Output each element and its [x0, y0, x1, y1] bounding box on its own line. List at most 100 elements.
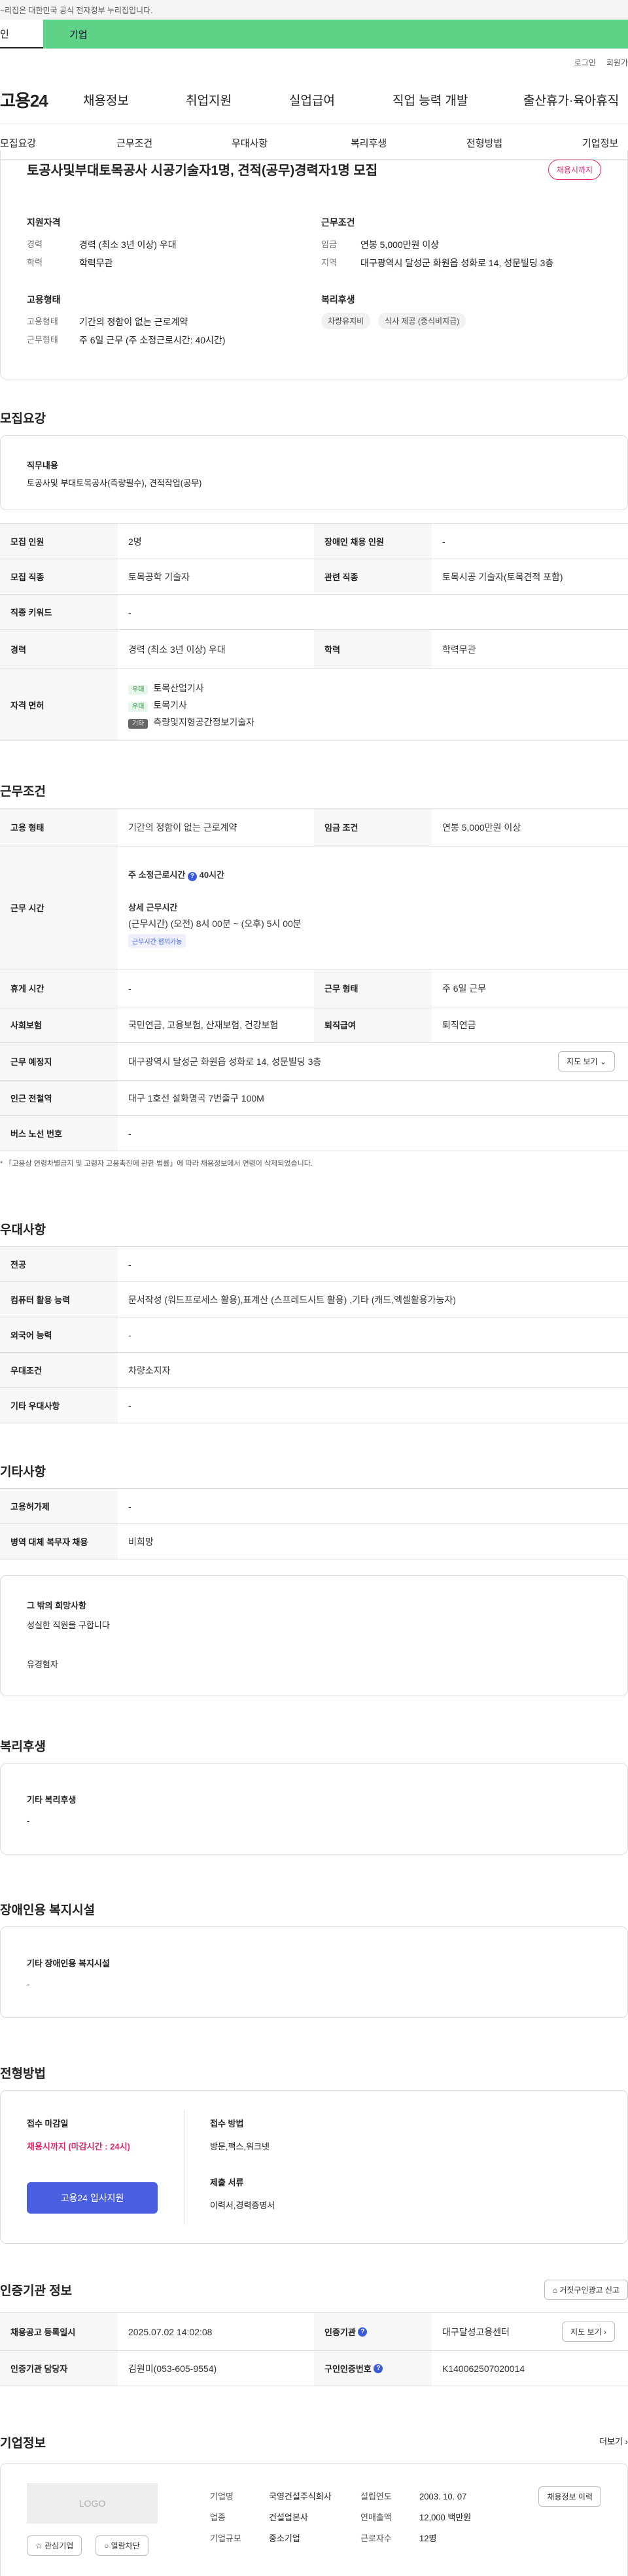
- license-name: 토목기사: [153, 699, 187, 710]
- history-button[interactable]: 채용정보 이력: [538, 2486, 601, 2507]
- gnb-menu-unemployment[interactable]: 실업급여: [289, 91, 335, 109]
- cert-table: 채용공고 등록일시 2025.07.02 14:02:08 인증기관 ? 대구달성고용…: [0, 2312, 628, 2386]
- emp-value: 주 6일 근무 (주 소정근로시간: 40시간): [79, 335, 226, 345]
- company-heading: 기업정보: [0, 2437, 46, 2450]
- cert-map-label: 지도 보기: [570, 2327, 602, 2337]
- info-value: 12명: [419, 2533, 437, 2543]
- favorite-button[interactable]: ☆ 관심기업: [27, 2535, 82, 2556]
- emp-title: 고용형태: [27, 294, 61, 305]
- table-cell: 토목공학 기술자: [128, 571, 190, 582]
- table-header: 인증기관 담당자: [0, 2351, 118, 2386]
- table-header: 버스 노선 번호: [0, 1116, 118, 1151]
- qual-value: 경력 (최소 3년 이상) 우대: [79, 239, 177, 250]
- logo[interactable]: 고용24: [0, 88, 59, 112]
- block-button[interactable]: ○ 열람차단: [96, 2535, 148, 2556]
- star-icon: ☆: [35, 2541, 43, 2550]
- table-header: 근무 예정지: [0, 1043, 118, 1080]
- license-tag: 우대: [128, 701, 148, 712]
- process-card: 접수 마감일 채용시까지 (마감시간 : 24시) 고용24 입사지원 접수 방…: [0, 2090, 628, 2244]
- cert-map-button[interactable]: 지도 보기 ›: [562, 2322, 615, 2342]
- license-tag: 기타: [128, 718, 148, 729]
- disabled-heading: 장애인용 복지시설: [0, 1904, 96, 1917]
- lnb-recruit[interactable]: 모집요강: [0, 136, 36, 150]
- lnb-welfare[interactable]: 복리후생: [351, 136, 387, 150]
- info-key: 연매출액: [360, 2513, 392, 2522]
- help-icon[interactable]: ?: [374, 2363, 383, 2373]
- table-header: 퇴직급여: [314, 1007, 432, 1042]
- table-header: 근무 시간: [0, 846, 118, 969]
- info-value: 중소기업: [269, 2533, 300, 2543]
- license-tag: 우대: [128, 684, 148, 695]
- info-value: 국영건설주식회사: [269, 2492, 332, 2501]
- company-card: LOGO ☆ 관심기업 ○ 열람차단 기업명 국영건설주식회사 설립연도 2003. …: [0, 2463, 628, 2576]
- lnb-work[interactable]: 근무조건: [116, 136, 152, 150]
- more-label: 더보기: [599, 2437, 623, 2446]
- welfare-chip: 식사 제공 (중식비지급): [378, 313, 466, 329]
- gnb-menu-training[interactable]: 직업 능력 개발: [392, 91, 468, 109]
- help-icon[interactable]: ?: [187, 871, 197, 881]
- table-cell: -: [128, 983, 131, 994]
- table-header: 컴퓨터 활용 능력: [0, 1282, 118, 1317]
- table-cell: 주 6일 근무: [442, 983, 487, 994]
- work-heading: 근무조건: [0, 785, 46, 799]
- history-label: 채용정보 이력: [547, 2492, 593, 2501]
- summary-card: 토공사및부대토목공사 시공기술자1명, 견적(공무)경력자1명 모집 채용시까지…: [0, 150, 628, 379]
- more-link[interactable]: 더보기 ›: [599, 2435, 628, 2447]
- map-button[interactable]: 지도 보기 ⌄: [558, 1051, 615, 1071]
- tab-individual[interactable]: 인: [0, 20, 43, 48]
- gnb-menu-jobs[interactable]: 채용정보: [83, 91, 129, 109]
- table-header: 고용 형태: [0, 809, 118, 846]
- welfare-heading: 복리후생: [0, 1740, 46, 1754]
- report-button[interactable]: ⌂ 거짓구인광고 신고: [544, 2280, 628, 2300]
- process-heading: 전형방법: [0, 2067, 46, 2081]
- cert-heading: 인증기관 정보: [0, 2284, 73, 2298]
- docs-value: 이력서,경력증명서: [210, 2201, 275, 2210]
- lnb-process[interactable]: 전형방법: [466, 136, 502, 150]
- welfare-value: -: [27, 1816, 30, 1826]
- welfare-chip: 차량유지비: [321, 313, 371, 329]
- etc-table: 고용허가제 - 병역 대체 복무자 채용 비희망: [0, 1488, 628, 1559]
- gnb-menu-employment[interactable]: 취업지원: [186, 91, 232, 109]
- info-value: 2003. 10. 07: [419, 2492, 467, 2501]
- signup-link[interactable]: 회원가: [606, 57, 628, 68]
- wish-line: 성실한 직원을 구합니다: [27, 1620, 110, 1630]
- table-cell: 대구달성고용센터: [442, 2326, 510, 2337]
- apply-button[interactable]: 고용24 입사지원: [27, 2182, 158, 2214]
- info-key: 기업규모: [210, 2533, 241, 2543]
- duty-label: 직무내용: [27, 461, 58, 470]
- table-header: 근무 형태: [314, 969, 432, 1007]
- table-header: 전공: [0, 1247, 118, 1281]
- table-cell: 경력 (최소 3년 이상) 우대: [128, 644, 226, 655]
- table-cell: -: [128, 1329, 131, 1340]
- cond-title: 근무조건: [321, 217, 355, 228]
- table-header: 우대조건: [0, 1353, 118, 1387]
- chevron-down-icon: ⌄: [599, 1057, 606, 1066]
- table-cell: 토목시공 기술자(토목견적 포함): [442, 571, 563, 582]
- recruit-table: 모집 인원 2명 장애인 채용 인원 - 모집 직종 토목공학 기술자 관련 직종 토목시공…: [0, 523, 628, 741]
- welfare-title: 복리후생: [321, 294, 355, 305]
- table-cell: 퇴직연금: [442, 1019, 476, 1030]
- deadline-value: 채용시까지 (마감시간 : 24시): [27, 2142, 130, 2151]
- table-cell: -: [128, 1259, 131, 1270]
- gov-banner: ~리집은 대한민국 공식 전자정부 누리집입니다.: [0, 0, 628, 20]
- table-cell: 연봉 5,000만원 이상: [442, 822, 521, 833]
- lnb-prefer[interactable]: 우대사항: [232, 136, 268, 150]
- weekly-hours-value: 40시간: [199, 869, 224, 880]
- table-cell: -: [442, 536, 445, 547]
- job-title: 토공사및부대토목공사 시공기술자1명, 견적(공무)경력자1명 모집: [27, 164, 378, 178]
- gnb-menu-leave[interactable]: 출산휴가·육아휴직: [523, 91, 619, 109]
- report-button-label: 거짓구인광고 신고: [559, 2286, 619, 2295]
- tab-company[interactable]: 기업: [43, 20, 628, 48]
- qual-key: 학력: [27, 258, 43, 268]
- prefer-heading: 우대사항: [0, 1223, 46, 1237]
- table-header: 외국어 능력: [0, 1317, 118, 1352]
- login-link[interactable]: 로그인: [574, 57, 596, 68]
- help-icon[interactable]: ?: [358, 2327, 368, 2337]
- deadline-title: 접수 마감일: [27, 2119, 69, 2129]
- table-header: 인근 전철역: [0, 1081, 118, 1115]
- table-cell: 기간의 정함이 없는 근로계약: [128, 822, 237, 833]
- cond-value: 대구광역시 달성군 화원읍 성화로 14, 성문빌딩 3층: [360, 258, 554, 268]
- lnb-company[interactable]: 기업정보: [582, 136, 618, 150]
- info-value: 건설업본사: [269, 2513, 308, 2522]
- table-cell: 대구광역시 달성군 화원읍 성화로 14, 성문빌딩 3층: [128, 1056, 322, 1067]
